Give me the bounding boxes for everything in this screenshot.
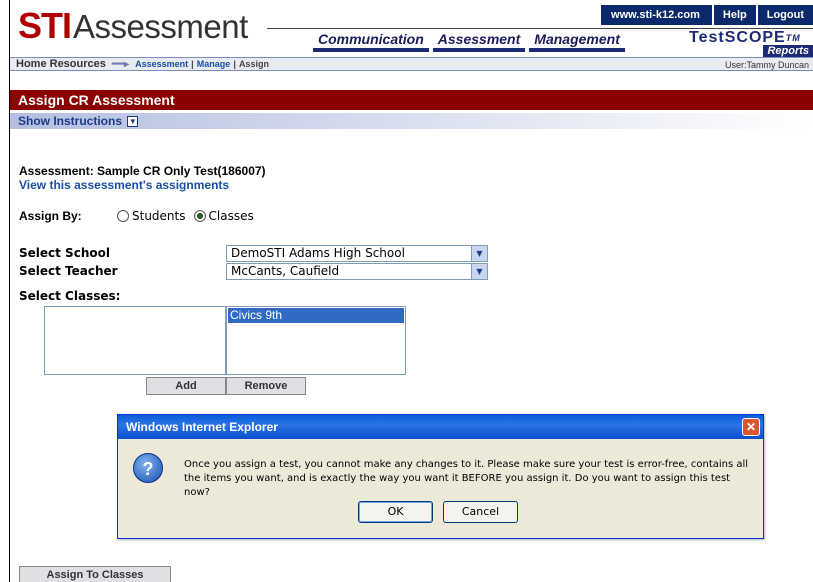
selected-classes-list[interactable]: Civics 9th: [226, 306, 406, 375]
school-select[interactable]: DemoSTI Adams High School ▼: [226, 245, 488, 262]
breadcrumb-manage[interactable]: Manage: [197, 59, 231, 69]
list-item[interactable]: Civics 9th: [228, 308, 404, 323]
available-classes-list[interactable]: [44, 306, 226, 375]
instructions-label: Show Instructions: [18, 114, 123, 128]
breadcrumb: Home Resources ━━▸ Assessment | Manage |…: [10, 57, 813, 71]
chevron-down-icon[interactable]: ▼: [471, 264, 487, 279]
school-select-value: DemoSTI Adams High School: [231, 246, 405, 260]
breadcrumb-path: Home Resources ━━▸ Assessment | Manage |…: [16, 58, 269, 71]
question-icon: ?: [133, 453, 163, 483]
view-assignments-link[interactable]: View this assessment's assignments: [19, 178, 229, 192]
nav-management[interactable]: Management: [529, 30, 625, 52]
assign-to-classes-button[interactable]: Assign To Classes: [19, 566, 171, 582]
help-link[interactable]: Help: [711, 5, 756, 25]
testscope-tm: TM: [785, 33, 801, 43]
main-nav: Communication Assessment Management: [313, 30, 629, 52]
arrow-right-icon: ━━▸: [111, 59, 130, 70]
breadcrumb-home[interactable]: Home: [16, 58, 47, 70]
chevron-down-icon[interactable]: ▼: [471, 246, 487, 261]
select-teacher-label: Select Teacher: [19, 264, 118, 278]
logout-link[interactable]: Logout: [755, 5, 813, 25]
assessment-label: Assessment: Sample CR Only Test(186007): [19, 164, 266, 178]
ok-button[interactable]: OK: [358, 501, 433, 523]
select-school-label: Select School: [19, 246, 110, 260]
assign-by-label: Assign By:: [19, 209, 82, 223]
logo-sti-text: STI: [18, 5, 72, 46]
top-links: www.sti-k12.com Help Logout: [601, 5, 813, 25]
user-label: User:Tammy Duncan: [724, 60, 809, 70]
nav-communication[interactable]: Communication: [313, 30, 429, 52]
cancel-button[interactable]: Cancel: [443, 501, 518, 523]
select-classes-label: Select Classes:: [19, 289, 121, 303]
double-chevron-down-icon[interactable]: ▼: [127, 116, 139, 128]
breadcrumb-separator: |: [233, 59, 236, 69]
testscope-reports: Reports: [763, 45, 813, 57]
breadcrumb-separator: |: [191, 59, 194, 69]
teacher-select-value: McCants, Caufield: [231, 264, 340, 278]
testscope-logo[interactable]: TestSCOPETM Reports: [686, 28, 813, 60]
radio-classes-label[interactable]: Classes: [209, 209, 254, 223]
dialog-message: Once you assign a test, you cannot make …: [184, 459, 749, 498]
assign-by-radio-group: Students Classes: [117, 209, 262, 223]
nav-assessment[interactable]: Assessment: [432, 30, 526, 52]
site-link[interactable]: www.sti-k12.com: [601, 5, 712, 25]
remove-button[interactable]: Remove: [226, 377, 306, 395]
testscope-text: TestSCOPE: [689, 29, 786, 46]
breadcrumb-assign: Assign: [238, 59, 269, 69]
radio-students[interactable]: [117, 210, 129, 222]
confirm-dialog: Windows Internet Explorer ✕ ? Once you a…: [117, 414, 764, 539]
teacher-select[interactable]: McCants, Caufield ▼: [226, 263, 488, 280]
breadcrumb-resources[interactable]: Resources: [50, 58, 106, 70]
sti-logo[interactable]: STI Assessment: [18, 6, 248, 46]
radio-classes[interactable]: [193, 210, 206, 222]
breadcrumb-assessment[interactable]: Assessment: [135, 59, 188, 69]
dialog-titlebar[interactable]: Windows Internet Explorer ✕: [118, 415, 763, 439]
instructions-toggle[interactable]: Show Instructions ▼: [10, 113, 813, 129]
logo-product-text: Assessment: [73, 8, 248, 45]
radio-students-label[interactable]: Students: [132, 209, 186, 223]
close-icon[interactable]: ✕: [742, 418, 760, 436]
page-title: Assign CR Assessment: [10, 90, 813, 110]
add-button[interactable]: Add: [146, 377, 226, 395]
dialog-title: Windows Internet Explorer: [126, 420, 278, 434]
